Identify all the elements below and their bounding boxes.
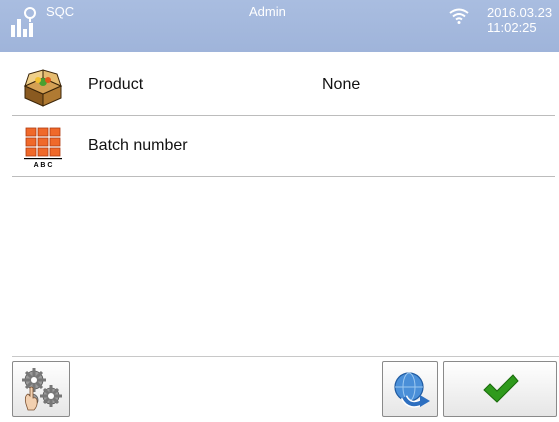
batch-number-row[interactable]: A B C Batch number [12,117,555,177]
user-name: Admin [249,4,286,19]
product-label: Product [88,76,144,93]
globe-refresh-icon [394,372,430,408]
confirm-button[interactable] [443,361,557,417]
batch-icon-caption: A B C [34,162,53,169]
time: 11:02:25 [487,20,537,35]
sqc-chart-icon [11,7,36,37]
date: 2016.03.23 [487,5,553,20]
footer-divider [12,356,559,357]
wifi-icon [449,8,469,24]
product-box-icon [23,69,63,107]
batch-number-label: Batch number [88,137,188,154]
product-value: None [322,76,361,93]
batch-number-icon: A B C [24,127,62,169]
footer-toolbar [0,356,559,422]
app-title: SQC [46,4,75,19]
product-row[interactable]: Product None [12,56,555,116]
settings-button[interactable] [12,361,70,417]
checkmark-icon [483,374,519,403]
refresh-button[interactable] [382,361,438,417]
header-bar: SQC Admin 2016.03.23 11:02:25 [0,0,559,52]
gears-settings-icon [22,368,62,411]
